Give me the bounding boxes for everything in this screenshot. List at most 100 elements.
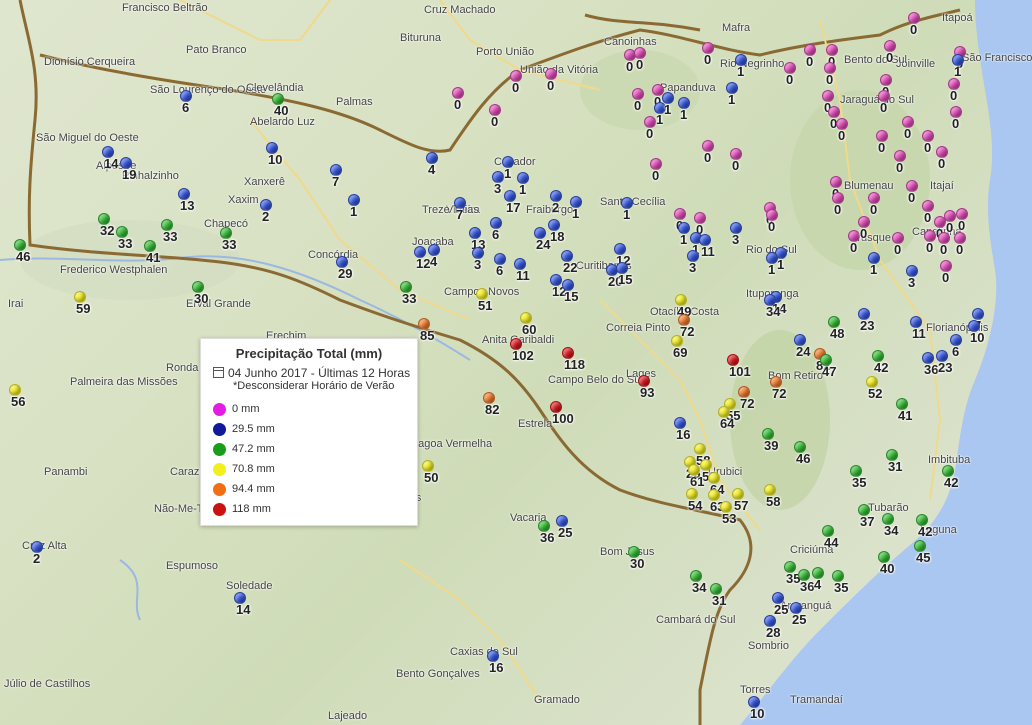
marker-value: 0 xyxy=(942,270,950,285)
place-label: Rio Negrinho xyxy=(720,58,785,70)
legend-date: 04 Junho 2017 - Últimas 12 Horas xyxy=(213,366,410,380)
legend-swatch xyxy=(213,423,226,436)
place-label: Gramado xyxy=(534,694,580,706)
marker-value: 0 xyxy=(704,150,712,165)
place-label: Concórdia xyxy=(308,249,359,261)
marker-value: 46 xyxy=(796,451,811,466)
marker-value: 0 xyxy=(924,210,932,225)
marker-value: 32 xyxy=(100,223,115,238)
marker-value: 1 xyxy=(623,207,631,222)
marker-value: 46 xyxy=(16,249,31,264)
marker-value: 0 xyxy=(860,226,868,241)
place-label: Júlio de Castilhos xyxy=(4,678,91,690)
place-label: Sombrio xyxy=(748,640,789,652)
place-label: Itapoá xyxy=(942,12,973,24)
marker-value: 11 xyxy=(516,268,530,283)
place-label: Canoinhas xyxy=(604,36,657,48)
marker-value: 30 xyxy=(630,556,645,571)
legend-label: 47.2 mm xyxy=(232,443,275,455)
marker-value: 3 xyxy=(689,260,697,275)
marker-value: 33 xyxy=(402,291,417,306)
legend-label: 0 mm xyxy=(232,403,260,415)
marker-value: 17 xyxy=(506,200,521,215)
marker-value: 0 xyxy=(850,240,858,255)
marker-value: 1 xyxy=(777,257,785,272)
marker-value: 52 xyxy=(868,386,883,401)
marker-value: 3 xyxy=(494,181,502,196)
place-label: Porto União xyxy=(476,46,535,58)
marker-value: 72 xyxy=(772,386,787,401)
place-label: Treze Tílias xyxy=(422,204,479,216)
marker-value: 61 xyxy=(690,474,705,489)
marker-value: 37 xyxy=(860,514,875,529)
marker-value: 33 xyxy=(163,229,178,244)
marker-value: 51 xyxy=(478,298,493,313)
place-label: União da Vitória xyxy=(520,64,599,76)
marker-value: 6 xyxy=(182,100,190,115)
place-label: Xaxim xyxy=(228,194,259,206)
marker-value: 64 xyxy=(720,416,735,431)
marker-value: 0 xyxy=(768,219,776,234)
legend-swatch xyxy=(213,403,226,416)
place-label: Tramandaí xyxy=(790,694,843,706)
marker-value: 10 xyxy=(970,330,985,345)
marker-value: 101 xyxy=(729,364,751,379)
marker-value: 0 xyxy=(636,57,644,72)
marker-value: 0 xyxy=(732,158,740,173)
marker-value: 60 xyxy=(522,322,537,337)
marker-value: 42 xyxy=(874,360,889,375)
marker-value: 1 xyxy=(656,112,664,127)
marker-value: 1 xyxy=(519,182,527,197)
place-label: Pato Branco xyxy=(186,44,247,56)
place-label: Cruz Alta xyxy=(22,540,67,552)
marker-value: 42 xyxy=(918,524,933,539)
marker-value: 0 xyxy=(926,240,934,255)
marker-value: 33 xyxy=(118,236,133,251)
marker-value: 36 xyxy=(540,530,555,545)
marker-value: 16 xyxy=(676,427,691,442)
marker-value: 1 xyxy=(728,92,736,107)
marker-value: 31 xyxy=(888,459,903,474)
marker-value: 0 xyxy=(491,114,499,129)
marker-value: 0 xyxy=(878,140,886,155)
marker-value: 24 xyxy=(796,344,811,359)
marker-value: 1 xyxy=(954,64,962,79)
place-label: Bituruna xyxy=(400,32,441,44)
map-canvas[interactable]: Francisco Beltrão Pato Branco Dionísio Cer… xyxy=(0,0,1032,725)
marker-value: 0 xyxy=(786,72,794,87)
place-label: Irai xyxy=(8,298,24,310)
marker-value: 0 xyxy=(704,52,712,67)
place-label: Cruz Machado xyxy=(424,4,496,16)
marker-value: 54 xyxy=(688,498,703,513)
marker-value: 0 xyxy=(880,100,888,115)
marker-value: 0 xyxy=(956,242,964,257)
marker-value: 3 xyxy=(908,275,916,290)
marker-value: 82 xyxy=(485,402,500,417)
place-label: Cambará do Sul xyxy=(656,614,736,626)
marker-value: 14 xyxy=(236,602,251,617)
legend-panel: Precipitação Total (mm) 04 Junho 2017 - … xyxy=(200,338,418,526)
legend-label: 94.4 mm xyxy=(232,483,275,495)
legend-swatch xyxy=(213,463,226,476)
marker-value: 0 xyxy=(512,80,520,95)
marker-value: 59 xyxy=(76,301,91,316)
marker-value: 2 xyxy=(552,200,560,215)
marker-value: 36 xyxy=(924,362,939,377)
place-label: Panambi xyxy=(44,466,88,478)
place-label: Jaraguá do Sul xyxy=(840,94,914,106)
marker-value: 11 xyxy=(912,326,926,341)
marker-value: 0 xyxy=(952,116,960,131)
marker-value: 0 xyxy=(634,98,642,113)
marker-value: 47 xyxy=(822,364,837,379)
legend-swatch xyxy=(213,443,226,456)
marker-value: 7 xyxy=(456,207,464,222)
marker-value: 40 xyxy=(274,103,289,118)
marker-value: 0 xyxy=(826,72,834,87)
marker-value: 0 xyxy=(454,97,462,112)
marker-value: 10 xyxy=(750,706,765,721)
marker-value: 23 xyxy=(860,318,875,333)
marker-value: 34 xyxy=(692,580,707,595)
marker-value: 1 xyxy=(350,204,358,219)
place-label: São Francisco do Sul xyxy=(962,52,1032,64)
marker-value: 39 xyxy=(764,438,779,453)
